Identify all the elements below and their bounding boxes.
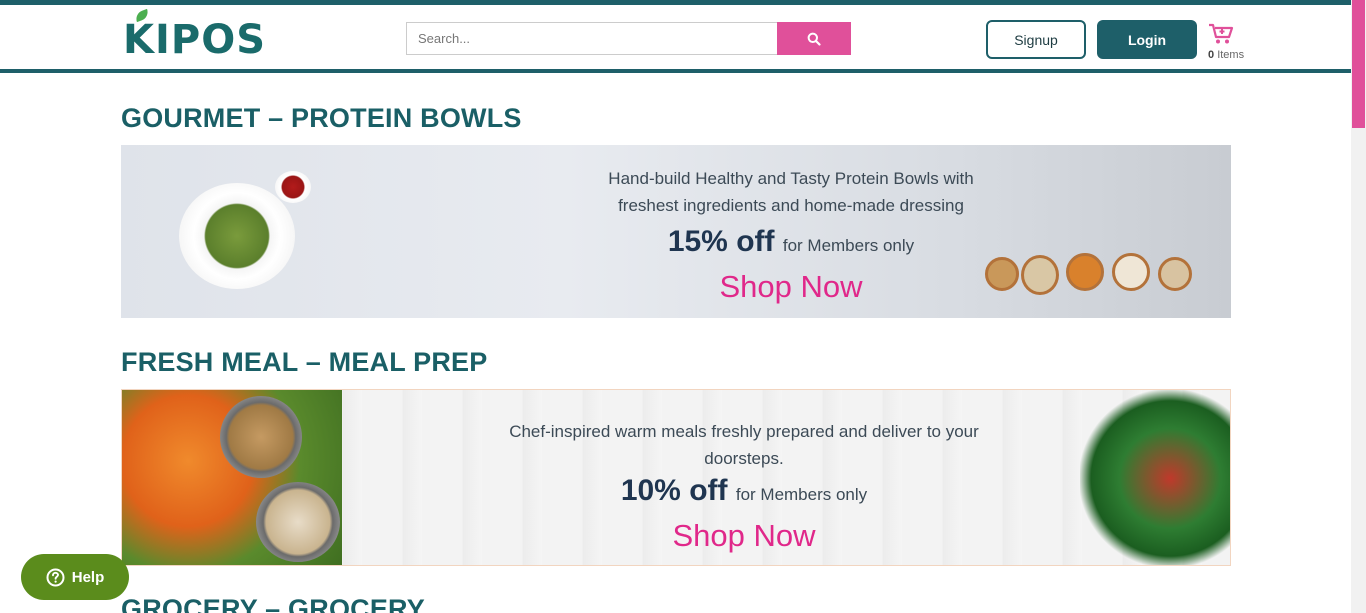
banner-offer-note: for Members only <box>782 236 915 255</box>
banner-offer-note: for Members only <box>735 485 868 504</box>
sauce-dish-image <box>275 171 311 203</box>
help-button[interactable]: Help <box>21 554 129 600</box>
cart-icon <box>1209 23 1234 44</box>
banner-line-1: Hand-build Healthy and Tasty Protein Bow… <box>608 169 974 188</box>
section-title-protein-bowls: GOURMET – PROTEIN BOWLS <box>121 103 522 133</box>
banner-line-1: Chef-inspired warm meals freshly prepare… <box>509 422 979 441</box>
meal-prep-banner[interactable]: Chef-inspired warm meals freshly prepare… <box>121 389 1231 566</box>
banner-line-2: doorsteps. <box>704 449 784 468</box>
login-button[interactable]: Login <box>1097 20 1197 59</box>
cart-count-label: Items <box>1217 49 1245 61</box>
banner-offer-percent: 15% off <box>667 225 775 258</box>
meal-prep-banner-text: Chef-inspired warm meals freshly prepare… <box>464 418 1024 554</box>
search-button[interactable] <box>777 22 851 55</box>
cart-count: 0 Items <box>1208 49 1244 61</box>
page-scrollbar[interactable] <box>1351 0 1366 613</box>
site-header: KIPOS Signup Login 0 Items <box>0 5 1351 70</box>
search-input[interactable] <box>406 22 777 55</box>
section-title-meal-prep: FRESH MEAL – MEAL PREP <box>121 347 488 377</box>
seeds-bowl-image <box>1158 257 1192 291</box>
banner-offer: 10% off for Members only <box>464 474 1024 508</box>
banner-line-2: freshest ingredients and home-made dress… <box>618 196 964 215</box>
protein-bowls-banner[interactable]: Hand-build Healthy and Tasty Protein Bow… <box>121 145 1231 318</box>
fish-pan-image <box>220 396 302 478</box>
banner-offer-percent: 10% off <box>620 474 728 507</box>
banner-offer: 15% off for Members only <box>541 225 1041 259</box>
chickpeas-bowl-image <box>1112 253 1150 291</box>
header-divider <box>0 69 1351 73</box>
section-title-grocery: GROCERY – GROCERY <box>121 594 425 613</box>
shop-now-link[interactable]: Shop Now <box>464 518 1024 554</box>
search-bar <box>406 22 851 55</box>
kipos-logo[interactable]: KIPOS <box>123 8 267 65</box>
cart[interactable]: 0 Items <box>1206 23 1248 63</box>
logo-text: KIPOS <box>123 17 267 63</box>
lentils-bowl-image <box>1066 253 1104 291</box>
shop-now-link[interactable]: Shop Now <box>541 269 1041 305</box>
chicken-pan-image <box>256 482 340 562</box>
salad-bowl-image <box>179 183 295 289</box>
search-icon <box>807 32 821 46</box>
scrollbar-thumb[interactable] <box>1352 0 1365 128</box>
help-label: Help <box>71 568 105 586</box>
signup-button[interactable]: Signup <box>986 20 1086 59</box>
grilled-vegetables-image <box>1080 390 1230 565</box>
question-circle-icon <box>46 568 65 586</box>
protein-bowls-banner-text: Hand-build Healthy and Tasty Protein Bow… <box>541 165 1041 305</box>
cart-count-number: 0 <box>1208 49 1215 61</box>
